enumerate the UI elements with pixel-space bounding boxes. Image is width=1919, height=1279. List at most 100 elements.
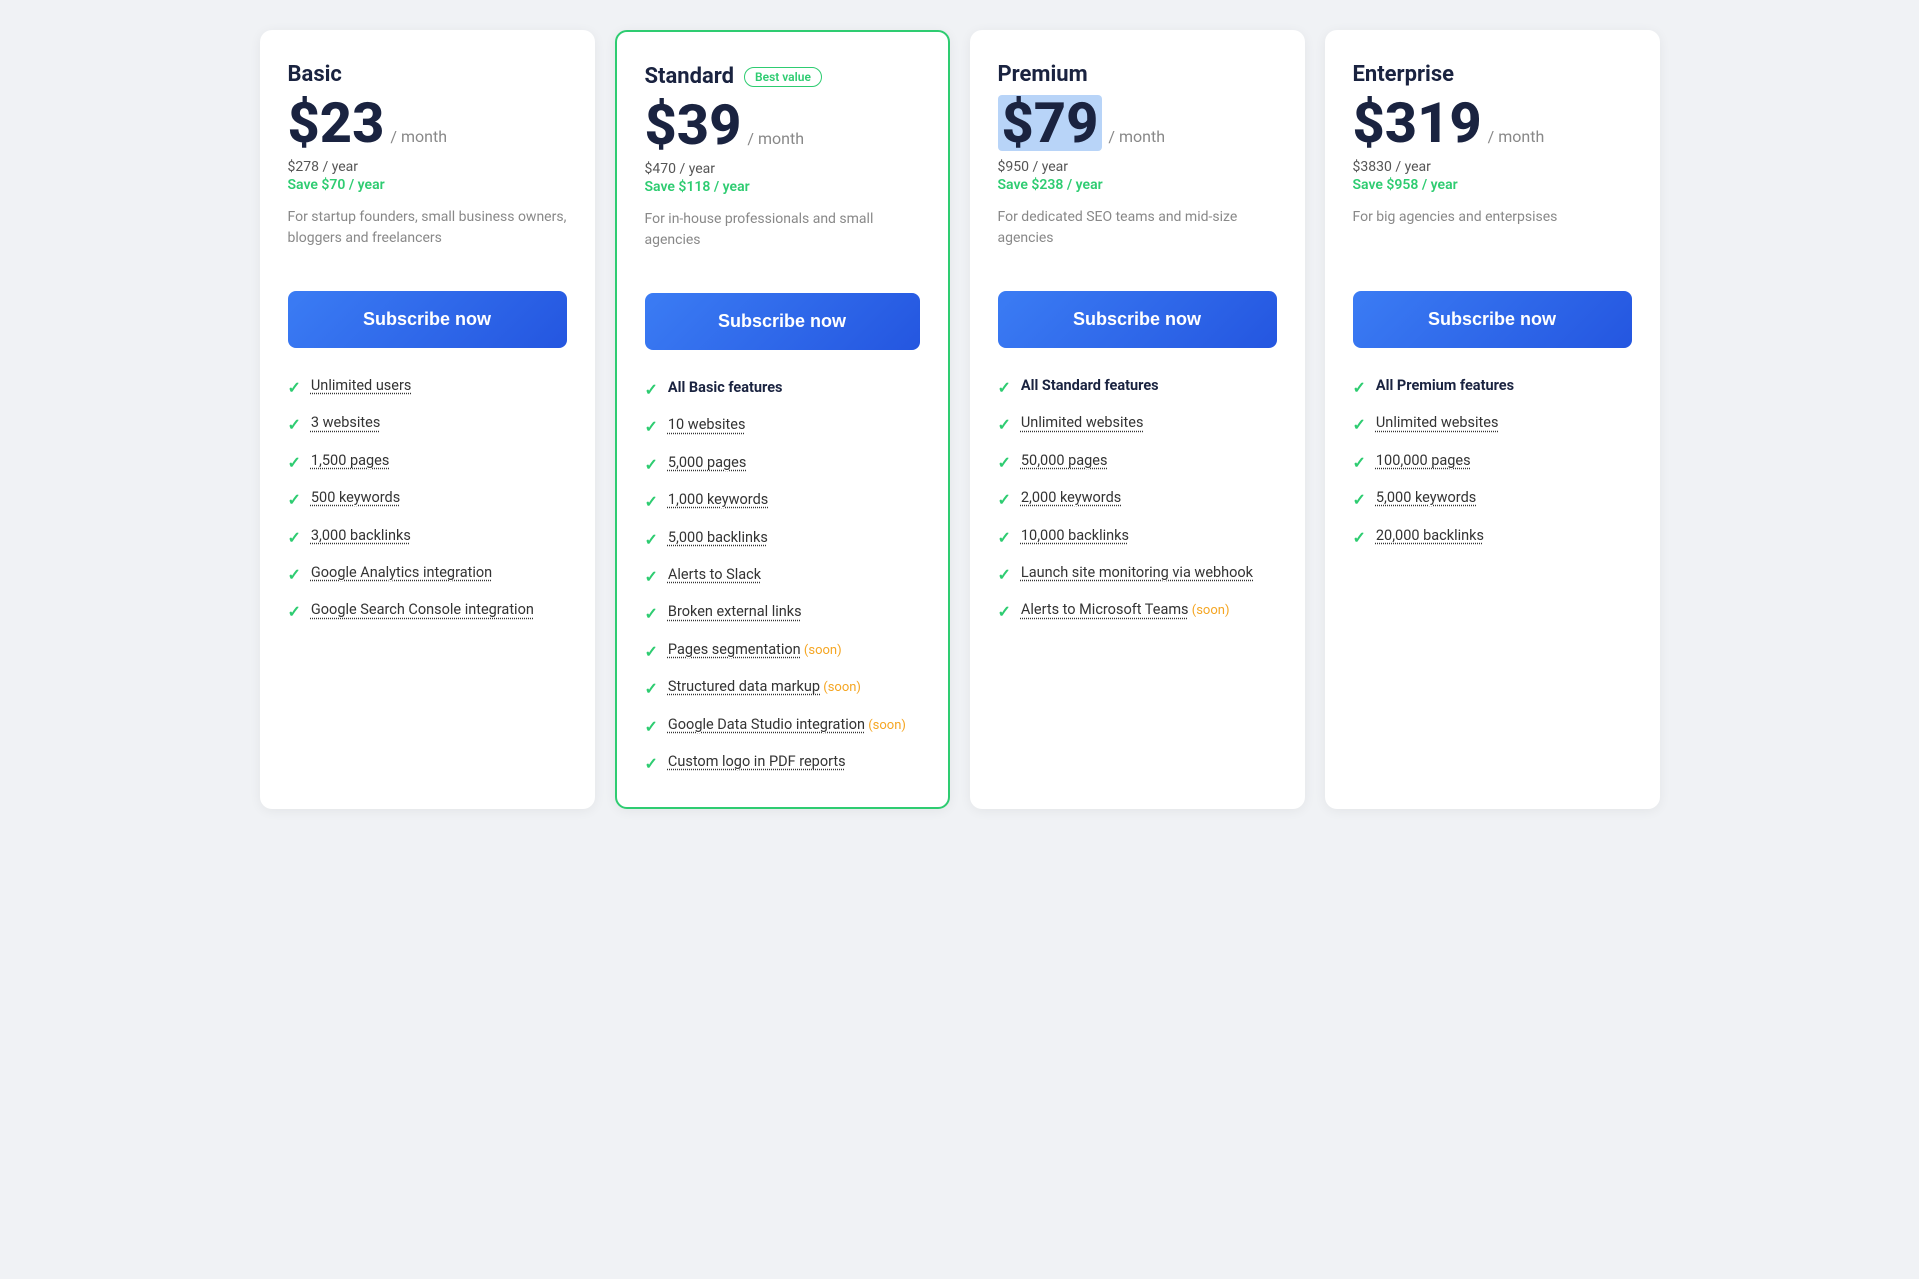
plan-desc-enterprise: For big agencies and enterpsises	[1353, 207, 1632, 267]
feature-item-basic-3: ✓ 500 keywords	[288, 488, 567, 511]
feature-main-text-enterprise-0: All Premium features	[1376, 377, 1514, 394]
feature-text-basic-1: 3 websites	[311, 413, 380, 433]
check-icon-basic-4: ✓	[288, 527, 301, 549]
check-icon-basic-1: ✓	[288, 414, 301, 436]
plan-price-premium: $79	[998, 95, 1103, 151]
feature-main-text-standard-1: 10 websites	[668, 416, 746, 433]
feature-text-standard-6: Broken external links	[668, 602, 802, 622]
plan-desc-premium: For dedicated SEO teams and mid-size age…	[998, 207, 1277, 267]
feature-text-premium-4: 10,000 backlinks	[1021, 526, 1129, 546]
feature-text-premium-3: 2,000 keywords	[1021, 488, 1121, 508]
feature-main-text-basic-4: 3,000 backlinks	[311, 527, 411, 544]
feature-text-standard-9: Google Data Studio integration (soon)	[668, 715, 906, 735]
feature-text-standard-3: 1,000 keywords	[668, 490, 768, 510]
feature-main-text-standard-2: 5,000 pages	[668, 454, 746, 471]
feature-main-text-standard-6: Broken external links	[668, 603, 802, 620]
check-icon-premium-5: ✓	[998, 564, 1011, 586]
feature-item-standard-1: ✓ 10 websites	[645, 415, 920, 438]
feature-text-basic-3: 500 keywords	[311, 488, 400, 508]
check-icon-standard-5: ✓	[645, 566, 658, 588]
feature-text-standard-1: 10 websites	[668, 415, 746, 435]
best-value-badge: Best value	[744, 67, 822, 87]
feature-main-text-standard-3: 1,000 keywords	[668, 491, 768, 508]
check-icon-premium-1: ✓	[998, 414, 1011, 436]
check-icon-enterprise-0: ✓	[1353, 377, 1366, 399]
plan-price-basic: $23	[288, 95, 385, 151]
check-icon-standard-8: ✓	[645, 678, 658, 700]
feature-main-text-premium-0: All Standard features	[1021, 377, 1159, 394]
feature-text-standard-0: All Basic features	[668, 378, 783, 398]
plan-name-enterprise: Enterprise	[1353, 62, 1455, 87]
feature-main-text-standard-4: 5,000 backlinks	[668, 529, 768, 546]
feature-main-text-premium-3: 2,000 keywords	[1021, 489, 1121, 506]
plan-price-enterprise: $319	[1353, 95, 1482, 151]
feature-item-enterprise-2: ✓100,000 pages	[1353, 451, 1632, 474]
feature-main-text-standard-9: Google Data Studio integration	[668, 716, 865, 733]
check-icon-premium-3: ✓	[998, 489, 1011, 511]
feature-text-basic-6: Google Search Console integration	[311, 600, 534, 620]
feature-main-text-standard-10: Custom logo in PDF reports	[668, 753, 846, 770]
feature-main-text-enterprise-4: 20,000 backlinks	[1376, 527, 1484, 544]
subscribe-button-basic[interactable]: Subscribe now	[288, 291, 567, 348]
feature-main-text-enterprise-3: 5,000 keywords	[1376, 489, 1476, 506]
plan-price-row-enterprise: $319/ month	[1353, 95, 1632, 151]
plan-yearly-basic: $278 / year	[288, 159, 567, 175]
feature-text-standard-7: Pages segmentation (soon)	[668, 640, 842, 660]
plan-yearly-premium: $950 / year	[998, 159, 1277, 175]
feature-item-premium-5: ✓ Launch site monitoring via webhook	[998, 563, 1277, 586]
check-icon-standard-6: ✓	[645, 603, 658, 625]
feature-main-text-standard-0: All Basic features	[668, 379, 783, 396]
plan-save-standard: Save $118 / year	[645, 179, 920, 195]
check-icon-standard-0: ✓	[645, 379, 658, 401]
subscribe-button-enterprise[interactable]: Subscribe now	[1353, 291, 1632, 348]
feature-text-enterprise-0: All Premium features	[1376, 376, 1514, 396]
feature-text-premium-6: Alerts to Microsoft Teams (soon)	[1021, 600, 1230, 620]
feature-main-text-basic-5: Google Analytics integration	[311, 564, 492, 581]
feature-text-enterprise-4: 20,000 backlinks	[1376, 526, 1484, 546]
feature-main-text-basic-0: Unlimited users	[311, 377, 411, 394]
check-icon-enterprise-1: ✓	[1353, 414, 1366, 436]
check-icon-premium-0: ✓	[998, 377, 1011, 399]
plan-desc-basic: For startup founders, small business own…	[288, 207, 567, 267]
feature-main-text-enterprise-2: 100,000 pages	[1376, 452, 1471, 469]
feature-main-text-premium-5: Launch site monitoring via webhook	[1021, 564, 1253, 581]
feature-text-standard-10: Custom logo in PDF reports	[668, 752, 846, 772]
plan-title-row-standard: StandardBest value	[645, 64, 920, 89]
feature-text-enterprise-3: 5,000 keywords	[1376, 488, 1476, 508]
subscribe-button-premium[interactable]: Subscribe now	[998, 291, 1277, 348]
feature-item-standard-5: ✓Alerts to Slack	[645, 565, 920, 588]
check-icon-standard-1: ✓	[645, 416, 658, 438]
feature-text-premium-5: Launch site monitoring via webhook	[1021, 563, 1253, 583]
feature-item-enterprise-3: ✓5,000 keywords	[1353, 488, 1632, 511]
subscribe-button-standard[interactable]: Subscribe now	[645, 293, 920, 350]
feature-item-enterprise-4: ✓ 20,000 backlinks	[1353, 526, 1632, 549]
check-icon-enterprise-4: ✓	[1353, 527, 1366, 549]
feature-item-standard-4: ✓5,000 backlinks	[645, 528, 920, 551]
plan-period-basic: / month	[390, 127, 447, 146]
plan-yearly-standard: $470 / year	[645, 161, 920, 177]
feature-item-basic-5: ✓ Google Analytics integration	[288, 563, 567, 586]
feature-text-basic-0: Unlimited users	[311, 376, 411, 396]
plan-period-premium: / month	[1108, 127, 1165, 146]
feature-item-standard-9: ✓Google Data Studio integration (soon)	[645, 715, 920, 738]
feature-main-text-premium-6: Alerts to Microsoft Teams	[1021, 601, 1189, 618]
plan-title-row-basic: Basic	[288, 62, 567, 87]
soon-label-standard-8: (soon)	[820, 680, 861, 695]
check-icon-standard-7: ✓	[645, 641, 658, 663]
feature-item-basic-1: ✓ 3 websites	[288, 413, 567, 436]
feature-text-premium-1: Unlimited websites	[1021, 413, 1144, 433]
feature-item-standard-2: ✓5,000 pages	[645, 453, 920, 476]
feature-item-premium-2: ✓50,000 pages	[998, 451, 1277, 474]
plan-desc-standard: For in-house professionals and small age…	[645, 209, 920, 269]
plan-yearly-enterprise: $3830 / year	[1353, 159, 1632, 175]
feature-item-basic-6: ✓Google Search Console integration	[288, 600, 567, 623]
feature-text-premium-0: All Standard features	[1021, 376, 1159, 396]
feature-main-text-standard-7: Pages segmentation	[668, 641, 801, 658]
check-icon-basic-3: ✓	[288, 489, 301, 511]
plan-title-row-premium: Premium	[998, 62, 1277, 87]
plan-name-premium: Premium	[998, 62, 1088, 87]
plan-price-standard: $39	[645, 97, 742, 153]
check-icon-basic-5: ✓	[288, 564, 301, 586]
feature-main-text-premium-1: Unlimited websites	[1021, 414, 1144, 431]
feature-item-premium-1: ✓ Unlimited websites	[998, 413, 1277, 436]
